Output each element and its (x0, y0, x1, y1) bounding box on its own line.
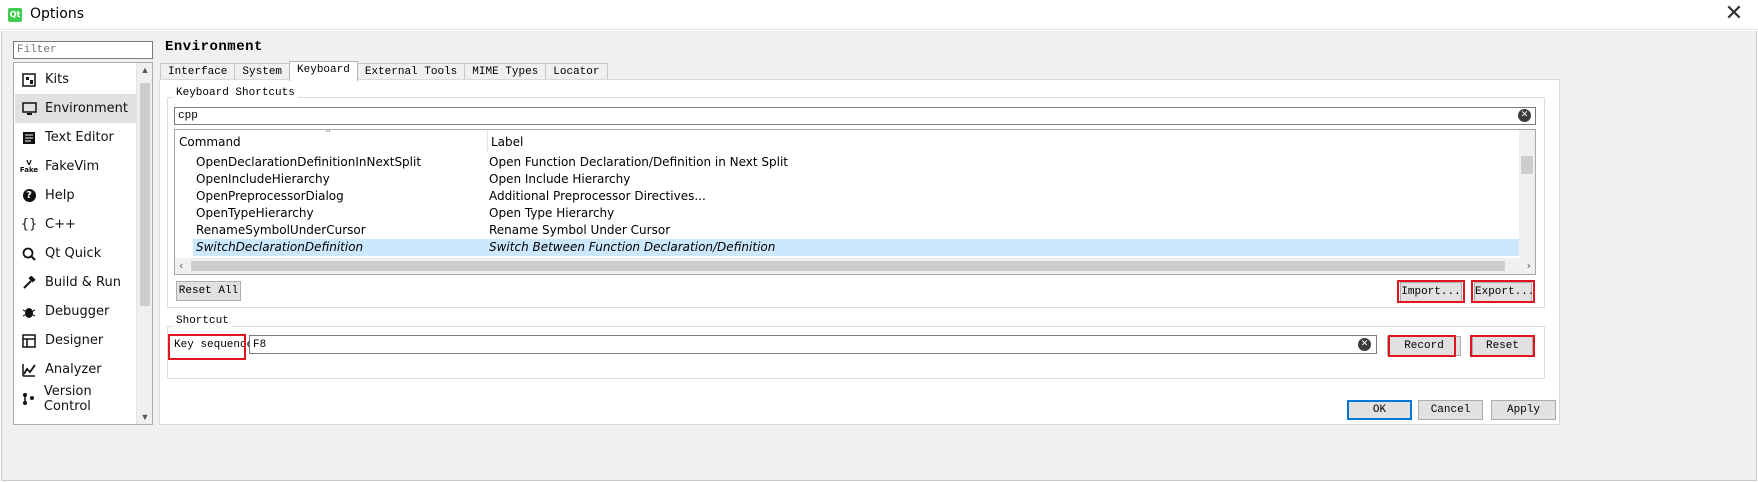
clear-key-sequence-icon[interactable]: ✕ (1358, 338, 1371, 351)
sidebar-item-label: Qt Quick (45, 246, 102, 261)
sidebar-item-designer[interactable]: Designer (15, 326, 136, 355)
command-cell: OpenIncludeHierarchy (196, 172, 330, 186)
sidebar-item-label: Build & Run (45, 275, 121, 290)
tab-mime-types[interactable]: MIME Types (464, 63, 547, 80)
window-title: Options (30, 6, 85, 22)
sidebar-item-label: Help (45, 188, 75, 203)
label-cell: Switch Between Function Declaration/Defi… (489, 240, 776, 254)
sidebar-item-qt-quick[interactable]: Qt Quick (15, 239, 136, 268)
sidebar-item-label: C++ (45, 217, 76, 232)
designer-icon (21, 333, 37, 349)
table-row[interactable]: OpenDeclarationDefinitionInNextSplit Ope… (175, 154, 1521, 171)
label-cell: Open Include Hierarchy (489, 172, 631, 186)
export-button[interactable]: Export... (1474, 282, 1534, 302)
sidebar-item-version-control[interactable]: Version Control (15, 383, 136, 414)
sidebar-item-environment[interactable]: Environment (15, 94, 136, 123)
scroll-left-icon[interactable]: ‹ (179, 259, 183, 272)
ok-button[interactable]: OK (1347, 400, 1412, 420)
sidebar-item-debugger[interactable]: Debugger (15, 297, 136, 326)
sidebar-item-label: Debugger (45, 304, 110, 319)
tab-locator[interactable]: Locator (545, 63, 608, 80)
table-row-selected[interactable]: SwitchDeclarationDefinition Switch Betwe… (193, 239, 1521, 256)
key-sequence-input[interactable] (249, 335, 1377, 354)
version-control-icon (21, 391, 36, 407)
qt-quick-icon (21, 246, 37, 262)
shortcut-search-input[interactable] (174, 107, 1536, 125)
clear-search-icon[interactable]: ✕ (1518, 109, 1531, 122)
sidebar-item-fakevim[interactable]: V Fake FakeVim (15, 152, 136, 181)
record-button[interactable]: Record (1387, 336, 1461, 356)
import-button[interactable]: Import... (1400, 282, 1462, 302)
sidebar-item-label: Designer (45, 333, 104, 348)
sidebar-item-label: Text Editor (45, 130, 114, 145)
sidebar-item-analyzer[interactable]: Analyzer (15, 355, 136, 384)
sort-ascending-icon: ^ (326, 129, 331, 137)
scrollbar-thumb[interactable] (1521, 156, 1533, 174)
tab-interface[interactable]: Interface (160, 63, 236, 80)
sidebar-item-label: Kits (45, 72, 70, 87)
qt-app-icon: Qt (8, 8, 22, 22)
cancel-button[interactable]: Cancel (1418, 400, 1483, 420)
key-sequence-label: Key sequence: (174, 339, 260, 351)
filter-input[interactable] (13, 41, 153, 59)
tab-external-tools[interactable]: External Tools (356, 63, 466, 80)
scroll-down-icon[interactable]: ▼ (137, 412, 152, 422)
sidebar-item-build-run[interactable]: Build & Run (15, 268, 136, 297)
command-cell: RenameSymbolUnderCursor (196, 223, 366, 237)
reset-all-button[interactable]: Reset All (176, 281, 241, 301)
sidebar-item-label: Analyzer (45, 362, 102, 377)
tab-system[interactable]: System (234, 63, 291, 80)
sidebar-item-cpp[interactable]: {} C++ (15, 210, 136, 239)
table-row[interactable]: RenameSymbolUnderCursor Rename Symbol Un… (175, 222, 1521, 239)
table-row[interactable]: OpenIncludeHierarchy Open Include Hierar… (175, 171, 1521, 188)
page-title: Environment (165, 39, 263, 55)
title-bar: Qt Options ✕ (0, 0, 1758, 30)
table-vertical-scrollbar[interactable] (1519, 130, 1535, 260)
scroll-right-icon[interactable]: › (1527, 259, 1531, 272)
label-cell: Rename Symbol Under Cursor (489, 223, 671, 237)
sidebar-item-kits[interactable]: Kits (15, 65, 136, 94)
shortcuts-table: Command ^ Label OpenDeclarationDefinitio… (174, 129, 1536, 275)
help-icon: ? (21, 188, 37, 204)
table-row[interactable]: OpenTypeHierarchy Open Type Hierarchy (175, 205, 1521, 222)
column-header-command[interactable]: Command (175, 130, 487, 152)
apply-button[interactable]: Apply (1491, 400, 1556, 420)
label-cell: Open Type Hierarchy (489, 206, 615, 220)
group-title-shortcut: Shortcut (173, 315, 232, 327)
monitor-icon (21, 101, 37, 117)
category-list: Kits Environment Text Editor V Fake FakeV… (13, 62, 153, 425)
group-title-keyboard-shortcuts: Keyboard Shortcuts (173, 87, 298, 99)
sidebar-item-label: Version Control (43, 383, 92, 414)
scrollbar-thumb[interactable] (140, 83, 150, 306)
kits-icon (21, 72, 37, 88)
hammer-icon (21, 275, 37, 291)
label-cell: Additional Preprocessor Directives... (489, 189, 706, 203)
reset-button[interactable]: Reset (1472, 336, 1533, 356)
sidebar-item-help[interactable]: ? Help (15, 181, 136, 210)
command-cell: OpenTypeHierarchy (196, 206, 314, 220)
sidebar-item-label: Environment (45, 101, 129, 116)
command-cell: OpenPreprocessorDialog (196, 189, 344, 203)
label-cell: Open Function Declaration/Definition in … (489, 155, 788, 169)
table-horizontal-scrollbar[interactable]: ‹ › (175, 258, 1535, 274)
sidebar-item-label: FakeVim (45, 159, 100, 174)
braces-icon: {} (20, 217, 38, 232)
table-row[interactable]: OpenPreprocessorDialog Additional Prepro… (175, 188, 1521, 205)
column-header-label[interactable]: Label (487, 130, 1487, 152)
close-icon[interactable]: ✕ (1716, 2, 1752, 28)
analyzer-icon (21, 362, 37, 378)
tab-bar: Interface System Keyboard External Tools… (160, 61, 608, 81)
scroll-up-icon[interactable]: ▲ (137, 65, 152, 75)
sidebar-item-text-editor[interactable]: Text Editor (15, 123, 136, 152)
table-header: Command ^ Label (175, 130, 1521, 152)
command-cell: SwitchDeclarationDefinition (196, 240, 364, 254)
scrollbar-thumb[interactable] (191, 261, 1505, 271)
category-scrollbar[interactable]: ▲ ▼ (136, 63, 152, 424)
text-editor-icon (21, 130, 37, 146)
tab-keyboard[interactable]: Keyboard (289, 61, 358, 81)
fakevim-icon: V Fake (19, 158, 39, 174)
command-cell: OpenDeclarationDefinitionInNextSplit (196, 155, 422, 169)
bug-icon (21, 304, 37, 320)
